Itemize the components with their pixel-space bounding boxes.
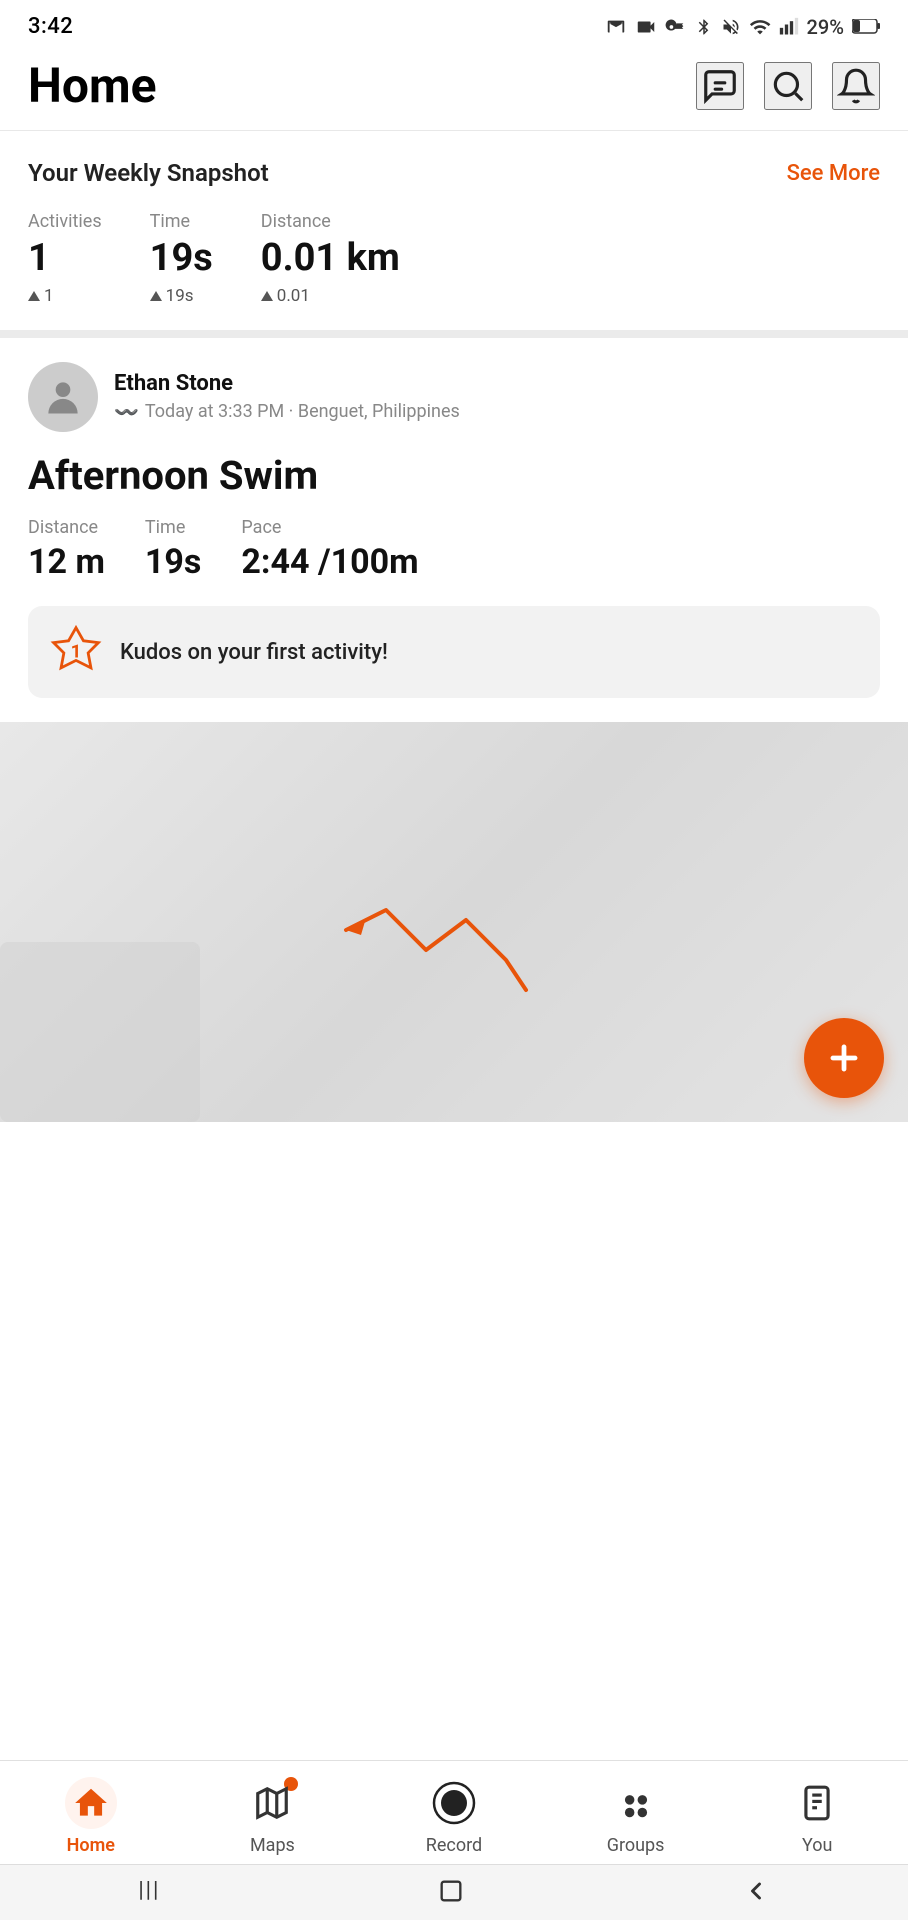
nav-record[interactable]: Record [404,1777,504,1856]
search-button[interactable] [764,62,812,110]
activity-user-row: Ethan Stone 〰️ Today at 3:33 PM · Bengue… [28,362,880,432]
activity-distance: Distance 12 m [28,517,105,582]
nav-you-label: You [802,1835,832,1856]
system-home-icon [437,1877,465,1905]
map-route [286,850,566,1030]
gmail-icon [605,16,627,38]
app-header: Home [0,47,908,130]
activity-stats: Distance 12 m Time 19s Pace 2:44 /100m [28,517,880,582]
status-bar: 3:42 29% [0,0,908,47]
activity-pace: Pace 2:44 /100m [241,517,418,582]
svg-text:1: 1 [71,641,82,663]
search-icon [769,67,807,105]
nav-record-icon-wrap [428,1777,480,1829]
system-nav-recent[interactable]: ||| [138,1878,160,1903]
mute-icon [721,16,741,38]
see-more-link[interactable]: See More [787,161,880,186]
nav-home[interactable]: Home [41,1777,141,1856]
you-icon [798,1784,836,1822]
delta-arrow-time [150,291,162,301]
maps-icon [253,1784,291,1822]
stat-time: Time 19s 19s [150,211,213,306]
bell-button[interactable] [832,62,880,110]
home-icon [72,1784,110,1822]
section-divider [0,330,908,338]
system-nav-home[interactable] [437,1877,465,1905]
nav-home-label: Home [67,1835,115,1856]
nav-home-icon-wrap [65,1777,117,1829]
snapshot-stats: Activities 1 1 Time 19s 19s Distance 0.0… [28,211,880,306]
activity-title[interactable]: Afternoon Swim [28,452,880,499]
map-bg [0,942,200,1122]
stat-time-delta: 19s [150,286,213,306]
nav-maps[interactable]: Maps [222,1777,322,1856]
stat-activities-label: Activities [28,211,102,232]
battery-icon [852,19,880,35]
bell-icon [837,67,875,105]
snapshot-title: Your Weekly Snapshot [28,159,269,187]
groups-icon [617,1784,655,1822]
badge-svg: 1 [48,624,104,680]
record-icon [432,1781,476,1825]
nav-maps-label: Maps [250,1835,295,1856]
delta-arrow-distance [261,291,273,301]
system-back-icon [742,1877,770,1905]
chat-button[interactable] [696,62,744,110]
kudos-text: Kudos on your first activity! [120,640,388,665]
user-info: Ethan Stone 〰️ Today at 3:33 PM · Bengue… [114,371,460,424]
signal-icon [779,16,799,38]
stat-distance-label: Distance [261,211,400,232]
activity-time: Time 19s [145,517,201,582]
battery-level: 29% [807,15,844,39]
stat-activities: Activities 1 1 [28,211,102,306]
kudos-banner[interactable]: 1 Kudos on your first activity! [28,606,880,698]
status-icons: 29% [605,15,880,39]
system-nav: ||| [0,1864,908,1920]
fab-button[interactable] [804,1018,884,1098]
stat-activities-delta: 1 [28,286,102,306]
stat-distance: Distance 0.01 km 0.01 [261,211,400,306]
status-time: 3:42 [28,14,73,39]
nav-you[interactable]: You [767,1777,867,1856]
nav-record-label: Record [426,1835,482,1856]
stat-distance-value: 0.01 km [261,236,400,280]
map-area [0,722,908,1122]
stat-activities-value: 1 [28,236,102,280]
system-nav-back[interactable] [742,1877,770,1905]
swim-icon: 〰️ [114,400,139,424]
stat-time-value: 19s [150,236,213,280]
avatar-icon [41,375,85,419]
bottom-nav: Home Maps Record [0,1760,908,1864]
delta-arrow-activities [28,291,40,301]
nav-groups-label: Groups [607,1835,665,1856]
nav-groups-icon-wrap [610,1777,662,1829]
nav-groups[interactable]: Groups [586,1777,686,1856]
nav-you-icon-wrap [791,1777,843,1829]
stat-distance-delta: 0.01 [261,286,400,306]
fab-plus-icon [825,1039,863,1077]
nav-maps-icon-wrap [246,1777,298,1829]
header-icons [696,62,880,110]
weekly-snapshot: Your Weekly Snapshot See More Activities… [0,131,908,330]
user-name[interactable]: Ethan Stone [114,371,460,396]
video-icon [635,16,657,38]
bluetooth-icon [695,16,713,38]
chat-icon [701,67,739,105]
avatar [28,362,98,432]
snapshot-header: Your Weekly Snapshot See More [28,159,880,187]
activity-card: Ethan Stone 〰️ Today at 3:33 PM · Bengue… [0,338,908,432]
activity-card-details: Afternoon Swim Distance 12 m Time 19s Pa… [0,452,908,722]
kudos-badge-icon: 1 [48,624,104,680]
wifi-icon [749,16,771,38]
key-icon [665,16,687,38]
page-title: Home [28,57,156,114]
stat-time-label: Time [150,211,213,232]
user-meta: 〰️ Today at 3:33 PM · Benguet, Philippin… [114,400,460,424]
